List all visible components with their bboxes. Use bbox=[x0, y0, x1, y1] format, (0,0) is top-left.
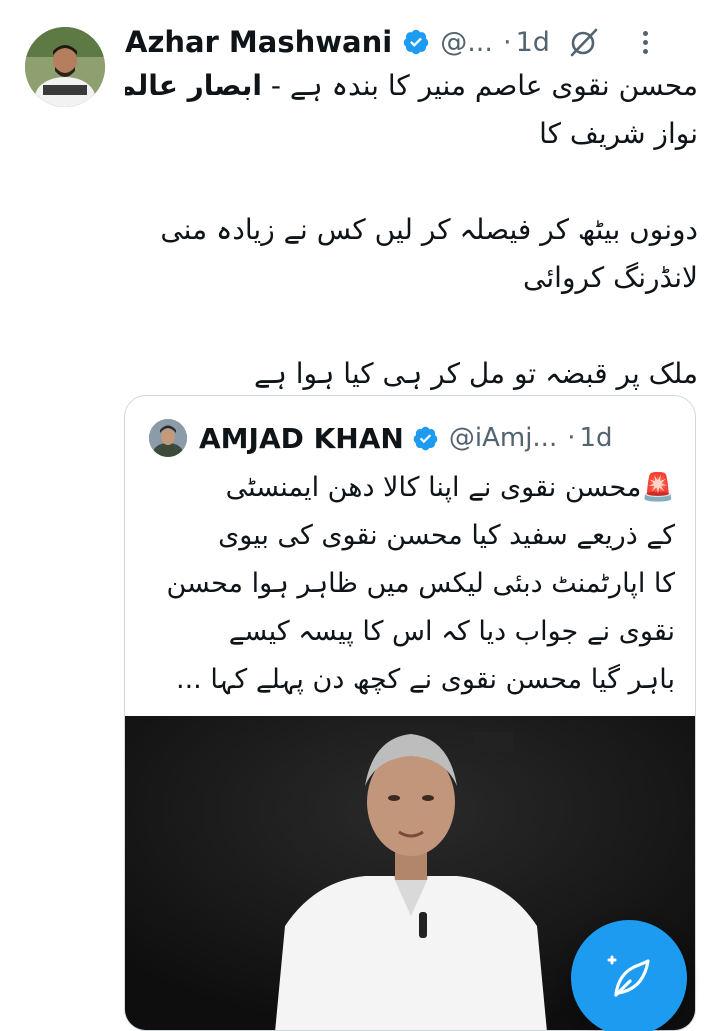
tweet-header: Azhar Mashwani @... · 1d bbox=[125, 22, 700, 62]
compose-post-icon bbox=[607, 955, 650, 997]
author-handle[interactable]: @... bbox=[440, 27, 493, 58]
author-name[interactable]: Azhar Mashwani bbox=[125, 25, 392, 59]
quoted-tweet-header: AMJAD KHAN @iAmj... · 1d bbox=[149, 416, 675, 460]
tweet-body: محسن نقوی عاصم منیر کا بندہ ہے - ابصار ع… bbox=[125, 62, 698, 398]
tweet-line: ملک پر قبضہ تو مل کر ہی کیا ہوا ہے bbox=[254, 357, 698, 390]
quoted-tweet-body: 🚨محسن نقوی نے اپنا کالا دھن ایمنسٹی کے ذ… bbox=[147, 464, 675, 704]
quoted-tweet-line: 🚨محسن نقوی نے اپنا کالا دھن ایمنسٹی bbox=[225, 472, 675, 503]
quoted-tweet-line: باہر گیا محسن نقوی نے کچھ دن پہلے کہا ..… bbox=[176, 664, 675, 695]
quoted-author-avatar[interactable] bbox=[149, 419, 187, 457]
tweet-timestamp[interactable]: 1d bbox=[516, 27, 550, 58]
police-light-icon: 🚨 bbox=[641, 472, 675, 503]
tweet-line: لانڈرنگ کروائی bbox=[523, 261, 698, 294]
grok-icon[interactable] bbox=[568, 26, 600, 58]
quoted-tweet-line: کا اپارٹمنٹ دبئی لیکس میں ظاہر ہوا محسن bbox=[166, 568, 675, 599]
author-avatar[interactable] bbox=[25, 27, 105, 107]
quoted-tweet-timestamp[interactable]: 1d bbox=[579, 423, 612, 453]
separator-dot: · bbox=[502, 26, 512, 58]
quoted-tweet-line: کے ذریعے سفید کیا محسن نقوی کی بیوی bbox=[218, 520, 675, 551]
quoted-tweet-line: نقوی نے جواب دیا کہ اس کا پیسہ کیسے bbox=[228, 616, 675, 647]
tweet-line: نواز شریف کا bbox=[539, 117, 698, 150]
verified-badge-icon bbox=[413, 426, 438, 450]
quoted-author-handle[interactable]: @iAmj... bbox=[449, 423, 557, 453]
quoted-author-name[interactable]: AMJAD KHAN bbox=[199, 422, 404, 455]
tweet-line: محسن نقوی عاصم منیر کا بندہ ہے - ابصار ع… bbox=[125, 62, 698, 110]
compose-button[interactable] bbox=[571, 920, 687, 1031]
tweet-line: دونوں بیٹھ کر فیصلہ کر لیں کس نے زیادہ م… bbox=[160, 213, 698, 246]
more-vertical-icon[interactable] bbox=[636, 26, 656, 58]
mention-name: ابصار عالم bbox=[125, 69, 262, 102]
verified-badge-icon bbox=[403, 29, 429, 55]
separator-dot: · bbox=[567, 423, 576, 453]
